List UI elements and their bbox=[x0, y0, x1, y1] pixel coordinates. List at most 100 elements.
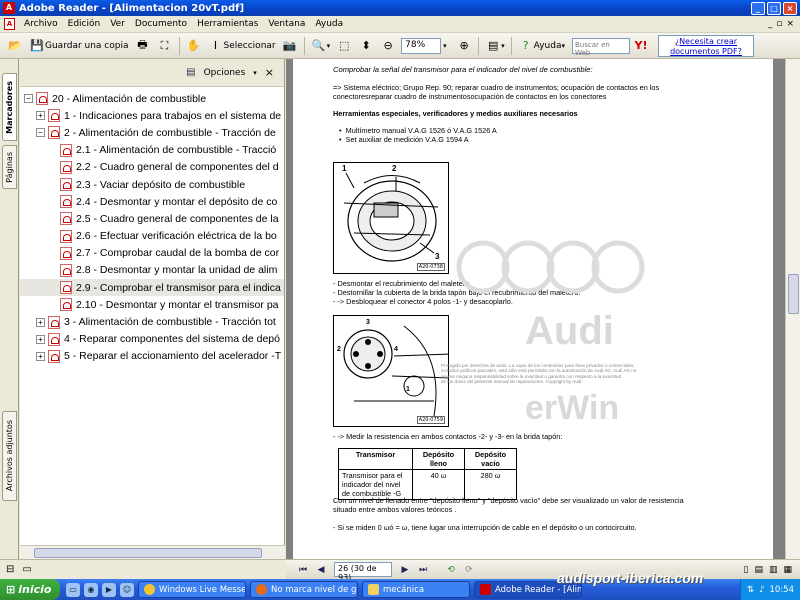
bookmark-item[interactable]: 2.7 - Comprobar caudal de la bomba de co… bbox=[20, 245, 284, 262]
hand-tool-button[interactable]: ✋ bbox=[183, 36, 205, 56]
last-page-button[interactable]: ⏭ bbox=[414, 562, 432, 578]
zoom-dropdown[interactable]: ▾ bbox=[443, 38, 453, 54]
fit-page-button[interactable]: ⬍ bbox=[355, 36, 377, 56]
zoom-out-button[interactable]: ⊖ bbox=[377, 36, 399, 56]
menu-documento[interactable]: Documento bbox=[130, 19, 192, 29]
snapshot-button[interactable]: 📷 bbox=[279, 36, 301, 56]
zoom-input[interactable]: 78% bbox=[401, 37, 442, 54]
maximize-button[interactable]: □ bbox=[767, 1, 781, 15]
expand-icon[interactable]: + bbox=[36, 317, 45, 327]
bookmark-item[interactable]: 2.9 - Comprobar el transmisor para el in… bbox=[20, 279, 284, 297]
doc-restore-button[interactable]: ▫ bbox=[776, 19, 782, 29]
expand-icon[interactable]: + bbox=[36, 111, 45, 121]
copyright-notice: Protegido por derechos de autor. La copi… bbox=[441, 363, 637, 385]
menu-ver[interactable]: Ver bbox=[105, 19, 130, 29]
help-button[interactable]: ? Ayuda ▾ bbox=[515, 36, 568, 56]
task-folder[interactable]: mecánica bbox=[362, 581, 470, 598]
bookmark-item[interactable]: +3 - Alimentación de combustible - Tracc… bbox=[20, 313, 284, 330]
chevron-down-icon: ▾ bbox=[253, 68, 257, 77]
firefox-icon[interactable]: ◉ bbox=[84, 582, 98, 597]
expand-icon[interactable]: + bbox=[36, 334, 45, 344]
create-pdf-link[interactable]: ¿Necesita crear documentos PDF? bbox=[657, 34, 754, 57]
bookmark-item[interactable]: 2.6 - Efectuar verificación eléctrica de… bbox=[20, 228, 284, 245]
document-vscrollbar[interactable] bbox=[785, 59, 800, 559]
facing-pages-icon[interactable]: ▥ bbox=[769, 565, 778, 575]
doc-minimize-button[interactable]: _ bbox=[768, 19, 773, 29]
site-watermark: audisport-iberica.com bbox=[557, 570, 704, 586]
bookmark-label: 1 - Indicaciones para trabajos en el sis… bbox=[64, 109, 282, 122]
zoom-in-button[interactable]: ⊕ bbox=[453, 36, 475, 56]
media-player-icon[interactable]: ▶ bbox=[102, 582, 116, 597]
volume-icon[interactable]: ♪ bbox=[759, 585, 764, 595]
continuous-page-icon[interactable]: ▤ bbox=[754, 565, 763, 575]
bookmark-label: 2.5 - Cuadro general de componentes de l… bbox=[76, 212, 279, 225]
bookmark-item[interactable]: 2.3 - Vaciar depósito de combustible bbox=[20, 176, 284, 193]
bookmark-item[interactable]: 2.4 - Desmontar y montar el depósito de … bbox=[20, 193, 284, 210]
menu-ventana[interactable]: Ventana bbox=[263, 19, 310, 29]
continuous-facing-icon[interactable]: ▦ bbox=[783, 565, 792, 575]
document-info-icon[interactable]: ▭ bbox=[22, 564, 31, 575]
next-page-button[interactable]: ▶ bbox=[396, 562, 414, 578]
print-button[interactable]: 🖶 bbox=[132, 36, 154, 56]
menu-ayuda[interactable]: Ayuda bbox=[310, 19, 348, 29]
figure-callout: 4 bbox=[394, 346, 398, 353]
tab-pages[interactable]: Páginas bbox=[2, 145, 17, 189]
yahoo-button[interactable]: Y! bbox=[630, 36, 652, 56]
single-page-icon[interactable]: ▯ bbox=[744, 565, 749, 575]
minimize-button[interactable]: _ bbox=[751, 1, 765, 15]
actual-size-button[interactable]: ⬚ bbox=[333, 36, 355, 56]
bookmark-label: 4 - Reparar componentes del sistema de d… bbox=[64, 333, 280, 346]
tool-item: • Set auxiliar de medición V.A.G 1594 A bbox=[339, 135, 469, 144]
bookmark-item[interactable]: 2.8 - Desmontar y montar la unidad de al… bbox=[20, 262, 284, 279]
task-messenger[interactable]: Windows Live Messen... bbox=[138, 581, 246, 598]
menu-archivo[interactable]: Archivo bbox=[19, 19, 63, 29]
document-viewer[interactable]: Comprobar la señal del transmisor para e… bbox=[286, 59, 800, 559]
open-button[interactable]: 📂 bbox=[4, 36, 26, 56]
doc-close-button[interactable]: × bbox=[786, 19, 794, 29]
scrollbar-thumb[interactable] bbox=[34, 548, 262, 558]
start-button[interactable]: ⊞ inicio bbox=[0, 579, 60, 600]
open-panel-icon[interactable]: ⊟ bbox=[6, 564, 14, 575]
bookmark-item[interactable]: 2.5 - Cuadro general de componentes de l… bbox=[20, 210, 284, 227]
zoom-tool-button[interactable]: 🔍 ▾ bbox=[308, 36, 334, 56]
previous-page-button[interactable]: ◀ bbox=[312, 562, 330, 578]
collapse-icon[interactable]: − bbox=[36, 128, 45, 138]
select-label: Seleccionar bbox=[223, 40, 276, 51]
collapse-icon[interactable]: − bbox=[24, 94, 33, 104]
select-tool-button[interactable]: I Seleccionar bbox=[205, 36, 279, 56]
bookmark-item[interactable]: 2.2 - Cuadro general de componentes del … bbox=[20, 159, 284, 176]
page-number-input[interactable]: 26 (30 de 93) bbox=[334, 562, 392, 582]
messenger-icon[interactable]: ☺ bbox=[120, 582, 134, 597]
tab-bookmarks[interactable]: Marcadores bbox=[2, 73, 17, 141]
page-layout-button[interactable]: ▤ ▾ bbox=[482, 36, 508, 56]
network-icon[interactable]: ⇅ bbox=[747, 585, 754, 595]
close-button[interactable]: × bbox=[783, 1, 797, 15]
bookmark-item[interactable]: 2.1 - Alimentación de combustible - Trac… bbox=[20, 142, 284, 159]
bookmark-item[interactable]: +5 - Reparar el accionamiento del aceler… bbox=[20, 348, 284, 365]
table-cell: Transmisor para el indicador del nivel d… bbox=[338, 469, 413, 500]
menu-herramientas[interactable]: Herramientas bbox=[192, 19, 263, 29]
magnifier-icon: 🔍 bbox=[311, 39, 326, 52]
bookmark-item[interactable]: +4 - Reparar componentes del sistema de … bbox=[20, 331, 284, 348]
bookmark-label: 2.1 - Alimentación de combustible - Trac… bbox=[76, 144, 277, 157]
menu-edicion[interactable]: Edición bbox=[63, 19, 106, 29]
bookmark-item[interactable]: 2.10 - Desmontar y montar el transmisor … bbox=[20, 296, 284, 313]
save-copy-button[interactable]: 💾 Guardar una copia bbox=[26, 36, 132, 56]
tab-attachments[interactable]: Archivos adjuntos bbox=[2, 411, 17, 501]
find-button[interactable]: ⛶ bbox=[154, 36, 176, 56]
scrollbar-thumb[interactable] bbox=[788, 274, 799, 314]
first-page-button[interactable]: ⏮ bbox=[294, 562, 312, 578]
back-view-button[interactable]: ⟲ bbox=[442, 562, 460, 578]
bookmarks-hscrollbar[interactable] bbox=[20, 545, 285, 559]
close-panel-button[interactable]: × bbox=[265, 66, 274, 79]
bookmark-item[interactable]: − 2 - Alimentación de combustible - Tracc… bbox=[20, 124, 284, 141]
show-desktop-icon[interactable]: ▭ bbox=[66, 582, 80, 597]
search-web-input[interactable]: Buscar en Web bbox=[571, 37, 630, 57]
bookmark-item[interactable]: +1 - Indicaciones para trabajos en el si… bbox=[20, 107, 284, 124]
panel-status-bar: ⊟ ▭ bbox=[0, 559, 286, 579]
expand-icon[interactable]: + bbox=[36, 351, 45, 361]
bookmark-item[interactable]: − 20 - Alimentación de combustible bbox=[20, 90, 284, 107]
forward-view-button[interactable]: ⟳ bbox=[460, 562, 478, 578]
task-browser[interactable]: No marca nivel de ga... bbox=[250, 581, 358, 598]
bookmark-options-button[interactable]: Opciones bbox=[204, 68, 246, 78]
